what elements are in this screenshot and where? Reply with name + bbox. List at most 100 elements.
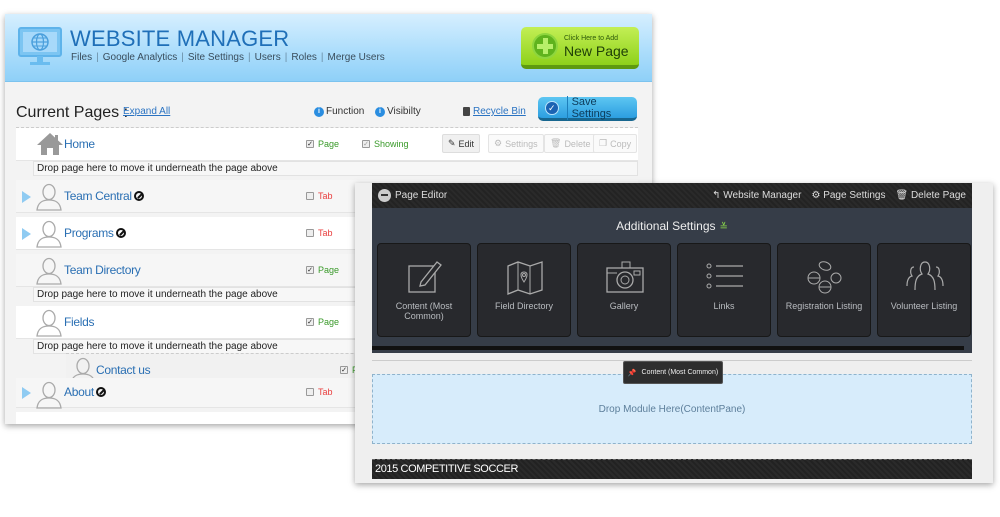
page-type-checkbox[interactable]: ✓ — [340, 366, 348, 374]
page-type-label: Page — [318, 265, 340, 275]
gear-icon: ⚙ — [811, 190, 824, 201]
plus-icon — [532, 33, 558, 59]
hidden-icon — [115, 228, 126, 238]
nav-site-settings[interactable]: Site Settings — [188, 52, 244, 63]
pencil-icon: ✎ — [448, 138, 456, 148]
back-arrow-icon: ↰ — [712, 190, 724, 201]
recycle-bin-label: Recycle Bin — [473, 106, 526, 117]
people-icon — [906, 261, 944, 291]
page-type-checkbox[interactable] — [306, 192, 314, 200]
add-new-page-label: New Page — [564, 42, 629, 59]
nav-separator: | — [320, 52, 324, 63]
page-type-label: Page — [318, 317, 340, 327]
user-icon — [36, 220, 62, 248]
expand-arrow-icon[interactable] — [22, 228, 31, 240]
drop-target[interactable]: Drop page here to move it underneath the… — [33, 161, 638, 176]
map-icon — [507, 261, 543, 295]
drop-zone-label: Drop Module Here(ContentPane) — [598, 404, 746, 415]
nav-separator: | — [181, 52, 184, 63]
page-editor-actions: ↰ Website Manager ⚙ Page Settings 🗑 Dele… — [712, 190, 966, 201]
collapse-icon[interactable] — [378, 189, 391, 202]
page-type-label: Page — [318, 139, 340, 149]
copy-button[interactable]: ❐ Copy — [593, 134, 638, 153]
info-icon: i — [375, 106, 385, 117]
add-new-page-hint: Click Here to Add — [564, 34, 619, 42]
check-circle-icon: ✓ — [545, 100, 559, 115]
module-content[interactable]: Content (Most Common) — [377, 243, 471, 337]
page-type-checkbox[interactable]: ✓ — [306, 140, 314, 148]
module-label: Registration Listing — [785, 301, 863, 311]
section-title-bar: 2015 COMPETITIVE SOCCER — [372, 459, 972, 479]
page-type-checkbox[interactable] — [306, 388, 314, 396]
user-icon — [36, 183, 62, 211]
nav-google-analytics[interactable]: Google Analytics — [103, 52, 178, 63]
page-name[interactable]: Fields — [64, 315, 95, 329]
dragged-module-label: Content (Most Common) — [641, 369, 719, 376]
page-type-checkbox[interactable]: ✓ — [306, 266, 314, 274]
save-settings-label: Save Settings — [566, 95, 637, 120]
user-icon — [36, 309, 62, 337]
page-type-checkbox[interactable]: ✓ — [306, 318, 314, 326]
trash-icon: 🗑 — [895, 190, 911, 201]
nav-merge-users[interactable]: Merge Users — [328, 52, 385, 63]
nav-roles[interactable]: Roles — [291, 52, 317, 63]
add-new-page-button[interactable]: Click Here to Add New Page — [521, 27, 639, 69]
sports-balls-icon — [807, 261, 842, 294]
expand-all-link[interactable]: Expand All — [123, 106, 170, 117]
user-icon — [36, 257, 62, 285]
list-icon — [706, 263, 743, 289]
page-type-label: Tab — [318, 228, 333, 238]
save-settings-button[interactable]: ✓ Save Settings — [538, 95, 637, 121]
visibility-info[interactable]: i Visibilty — [375, 106, 421, 117]
edit-icon — [408, 261, 442, 293]
edit-button[interactable]: ✎ Edit — [442, 134, 481, 153]
website-manager-title: WEBSITE MANAGER — [70, 26, 290, 51]
page-type-label: Tab — [318, 387, 333, 397]
module-scrollbar[interactable] — [372, 346, 964, 350]
recycle-bin-link[interactable]: Recycle Bin — [463, 106, 526, 117]
nav-files[interactable]: Files — [71, 52, 92, 63]
expand-arrow-icon[interactable] — [22, 191, 31, 203]
page-name[interactable]: Contact us — [96, 363, 151, 377]
pin-icon: 📌 — [627, 369, 637, 377]
page-name: Programs — [64, 226, 114, 240]
page-editor-panel: Page Editor ↰ Website Manager ⚙ Page Set… — [355, 183, 993, 483]
module-label: Content (Most Common) — [395, 301, 453, 321]
copy-icon: ❐ — [599, 138, 608, 148]
module-field-directory[interactable]: Field Directory — [477, 243, 571, 337]
delete-button[interactable]: 🗑 Delete — [544, 134, 597, 153]
hidden-icon — [133, 191, 144, 201]
page-settings-link[interactable]: ⚙ Page Settings — [811, 190, 885, 201]
content-pane-drop-zone[interactable]: Drop Module Here(ContentPane) — [372, 374, 972, 444]
page-name[interactable]: Home — [64, 137, 95, 151]
module-registration-listing[interactable]: Registration Listing — [777, 243, 871, 337]
module-gallery[interactable]: Gallery — [577, 243, 671, 337]
function-info[interactable]: i Function — [314, 106, 364, 117]
delete-page-link[interactable]: 🗑 Delete Page — [895, 190, 966, 201]
page-type-checkbox[interactable] — [306, 229, 314, 237]
visibility-label: Visibilty — [387, 106, 421, 117]
page-name[interactable]: Team Directory — [64, 263, 141, 277]
module-links[interactable]: Links — [677, 243, 771, 337]
module-label: Gallery — [609, 301, 639, 311]
hidden-icon — [95, 387, 106, 397]
nav-users[interactable]: Users — [255, 52, 281, 63]
website-manager-link[interactable]: ↰ Website Manager — [712, 190, 801, 201]
settings-button[interactable]: ⚙ Settings — [488, 134, 544, 153]
dragged-module-tooltip[interactable]: 📌 Content (Most Common) — [623, 361, 723, 384]
page-type-label: Tab — [318, 191, 333, 201]
module-label: Field Directory — [494, 301, 553, 311]
expand-arrow-icon[interactable] — [22, 387, 31, 399]
additional-settings-toggle[interactable]: Additional Settings ≚ — [372, 219, 972, 233]
page-editor-header: Page Editor ↰ Website Manager ⚙ Page Set… — [372, 183, 972, 208]
module-label: Links — [713, 301, 735, 311]
current-pages-title: Current Pages : — [16, 104, 129, 121]
double-chevron-down-icon: ≚ — [719, 222, 728, 233]
page-name: Team Central — [64, 189, 132, 203]
home-icon — [37, 133, 63, 155]
nav-separator: | — [284, 52, 288, 63]
page-row-home[interactable]: Home ✓ Page ✓ Showing ✎ Edit ⚙ Settings 🗑 D… — [16, 128, 638, 161]
page-editor-title: Page Editor — [395, 190, 448, 201]
module-volunteer-listing[interactable]: Volunteer Listing — [877, 243, 971, 337]
visibility-checkbox[interactable]: ✓ — [362, 140, 370, 148]
